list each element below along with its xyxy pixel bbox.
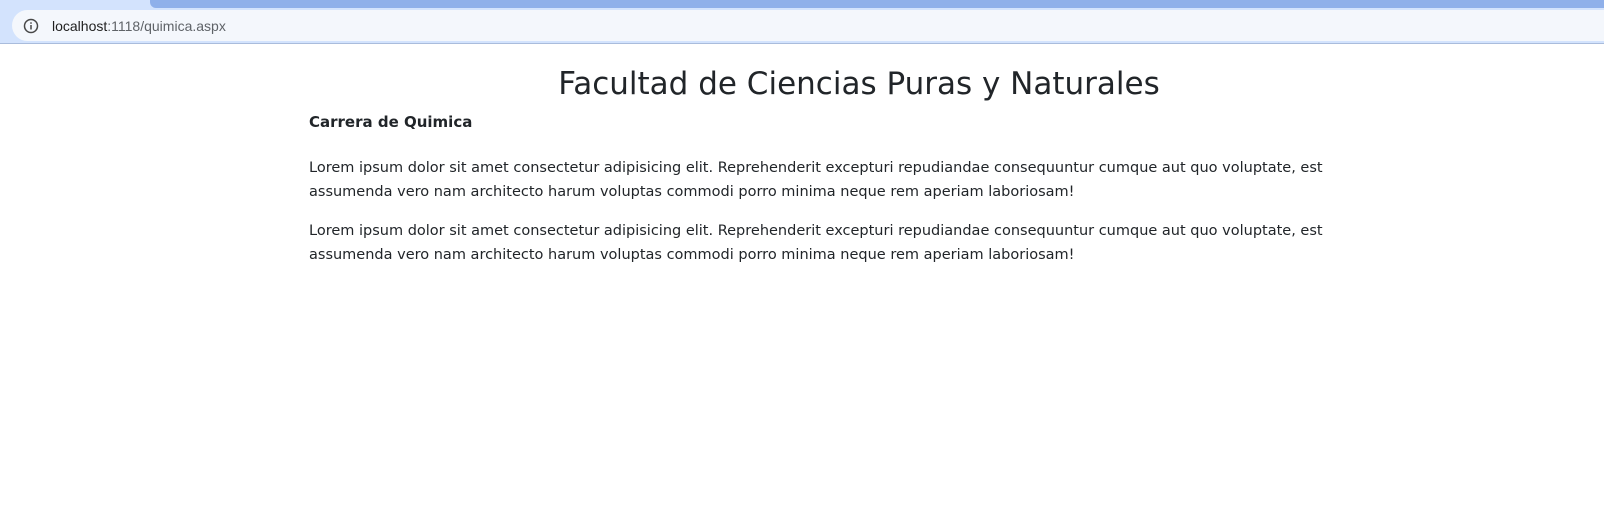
url-host: localhost bbox=[52, 17, 108, 34]
page-content: Facultad de Ciencias Puras y Naturales C… bbox=[0, 44, 1604, 524]
info-circle-icon[interactable] bbox=[22, 17, 40, 35]
tab-strip bbox=[150, 0, 1604, 8]
address-bar[interactable]: localhost:1118/quimica.aspx bbox=[12, 10, 1604, 41]
paragraph: Lorem ipsum dolor sit amet consectetur a… bbox=[309, 223, 1323, 263]
url-text[interactable]: localhost:1118/quimica.aspx bbox=[52, 18, 226, 34]
career-subtitle: Carrera de Quimica bbox=[309, 113, 473, 131]
paragraph: Lorem ipsum dolor sit amet consectetur a… bbox=[309, 160, 1323, 200]
browser-toolbar: localhost:1118/quimica.aspx bbox=[0, 0, 1604, 44]
page-title: Facultad de Ciencias Puras y Naturales bbox=[558, 66, 1160, 102]
url-path: :1118/quimica.aspx bbox=[107, 17, 226, 34]
